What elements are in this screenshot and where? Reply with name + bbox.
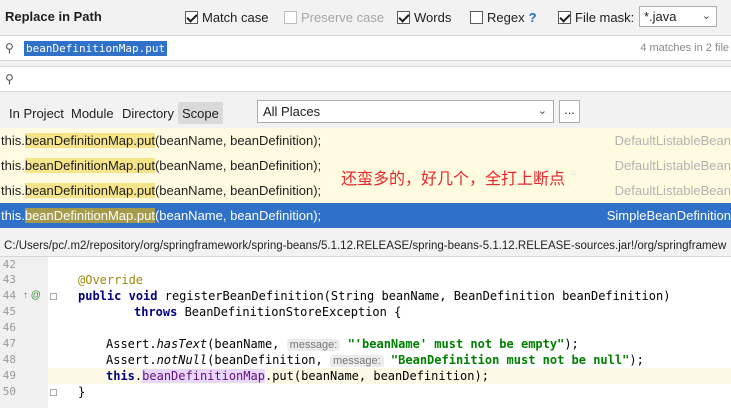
- match-case-checkbox[interactable]: Match case: [185, 9, 268, 25]
- result-suffix: (beanName, beanDefinition);: [154, 183, 322, 198]
- line-number: 48: [2, 353, 16, 366]
- result-file: SimpleBeanDefinition: [606, 208, 731, 223]
- match-case-label: Match case: [202, 9, 269, 25]
- line-number: 42: [2, 258, 16, 271]
- result-suffix: (beanName, beanDefinition);: [154, 158, 322, 173]
- tab-in-project[interactable]: In Project: [9, 106, 64, 121]
- code-line-44: public void registerBeanDefinition(Strin…: [78, 289, 671, 303]
- code-line-43: @Override: [78, 273, 144, 287]
- result-file: DefaultListableBean: [614, 183, 731, 198]
- regex-help-icon[interactable]: ?: [529, 10, 537, 25]
- result-row-selected[interactable]: this.beanDefinitionMap.put(beanName, bea…: [0, 203, 731, 228]
- chevron-down-icon: ⌄: [701, 10, 711, 22]
- line-number: 44: [2, 289, 16, 302]
- line-number: 46: [2, 321, 16, 334]
- fold-icon[interactable]: [50, 389, 57, 396]
- result-prefix: this.: [1, 208, 25, 223]
- line-number: 50: [2, 385, 16, 398]
- file-mask-dropdown[interactable]: *.java ⌄: [639, 6, 717, 27]
- result-match: beanDefinitionMap.put: [24, 158, 155, 173]
- result-prefix: this.: [1, 183, 25, 198]
- file-mask-checkbox[interactable]: File mask:: [558, 9, 634, 25]
- result-match: beanDefinitionMap.put: [24, 183, 155, 198]
- search-query-text: beanDefinitionMap.put: [24, 41, 168, 56]
- result-match: beanDefinitionMap.put: [24, 208, 155, 223]
- search-icon: ⚲: [5, 41, 14, 55]
- file-mask-value: *.java: [644, 9, 677, 24]
- result-prefix: this.: [1, 158, 25, 173]
- file-mask-label: File mask:: [575, 9, 635, 25]
- result-prefix: this.: [1, 133, 25, 148]
- code-line-50: }: [78, 385, 86, 399]
- tab-directory[interactable]: Directory: [122, 106, 174, 121]
- result-file: DefaultListableBean: [614, 158, 731, 173]
- scope-more-button[interactable]: ...: [559, 100, 580, 123]
- scope-value: All Places: [263, 104, 321, 119]
- regex-check-icon: [470, 10, 483, 24]
- line-number: 49: [2, 369, 16, 382]
- regex-checkbox[interactable]: Regex ?: [470, 9, 537, 25]
- preserve-case-checkbox[interactable]: Preserve case: [284, 9, 384, 25]
- scope-dropdown[interactable]: All Places ⌄: [257, 100, 554, 123]
- match-count: 4 matches in 2 file: [640, 42, 729, 54]
- fold-icon[interactable]: [50, 293, 57, 300]
- result-suffix: (beanName, beanDefinition);: [154, 133, 322, 148]
- tab-scope[interactable]: Scope: [178, 102, 223, 124]
- annotation-note: 还蛮多的，好几个，全打上断点: [341, 169, 566, 188]
- line-number: 47: [2, 337, 16, 350]
- code-line-49: this.beanDefinitionMap.put(beanName, bea…: [106, 369, 489, 383]
- match-case-check-icon: [185, 10, 198, 24]
- preserve-case-check-icon: [284, 10, 297, 24]
- words-check-icon: [397, 10, 410, 24]
- search-input[interactable]: ⚲ beanDefinitionMap.put 4 matches in 2 f…: [0, 35, 731, 61]
- result-row[interactable]: this.beanDefinitionMap.put(beanName, bea…: [0, 128, 731, 153]
- parameter-hint: message:: [329, 355, 384, 367]
- words-checkbox[interactable]: Words: [397, 9, 451, 25]
- file-path: C:/Users/pc/.m2/repository/org/springfra…: [4, 240, 727, 252]
- dialog-title: Replace in Path: [5, 9, 102, 24]
- file-mask-check-icon: [558, 10, 571, 24]
- override-gutter-icon[interactable]: ↑ @: [23, 290, 41, 301]
- parameter-hint: message:: [286, 339, 341, 351]
- code-line-45: throws BeanDefinitionStoreException {: [134, 305, 402, 319]
- result-match: beanDefinitionMap.put: [24, 133, 155, 148]
- preserve-case-label: Preserve case: [301, 9, 385, 25]
- line-number: 43: [2, 273, 16, 286]
- result-file: DefaultListableBean: [614, 133, 731, 148]
- regex-label: Regex: [487, 9, 525, 25]
- code-line-48: Assert.notNull(beanDefinition, message: …: [106, 353, 644, 367]
- file-path-bar: C:/Users/pc/.m2/repository/org/springfra…: [0, 233, 731, 257]
- tab-module[interactable]: Module: [71, 106, 114, 121]
- result-suffix: (beanName, beanDefinition);: [154, 208, 322, 223]
- replace-input[interactable]: ⚲: [0, 66, 731, 92]
- line-number: 45: [2, 305, 16, 318]
- chevron-down-icon: ⌄: [537, 105, 547, 117]
- search-icon: ⚲: [5, 72, 14, 86]
- words-label: Words: [414, 9, 452, 25]
- code-line-47: Assert.hasText(beanName, message: "'bean…: [106, 337, 579, 351]
